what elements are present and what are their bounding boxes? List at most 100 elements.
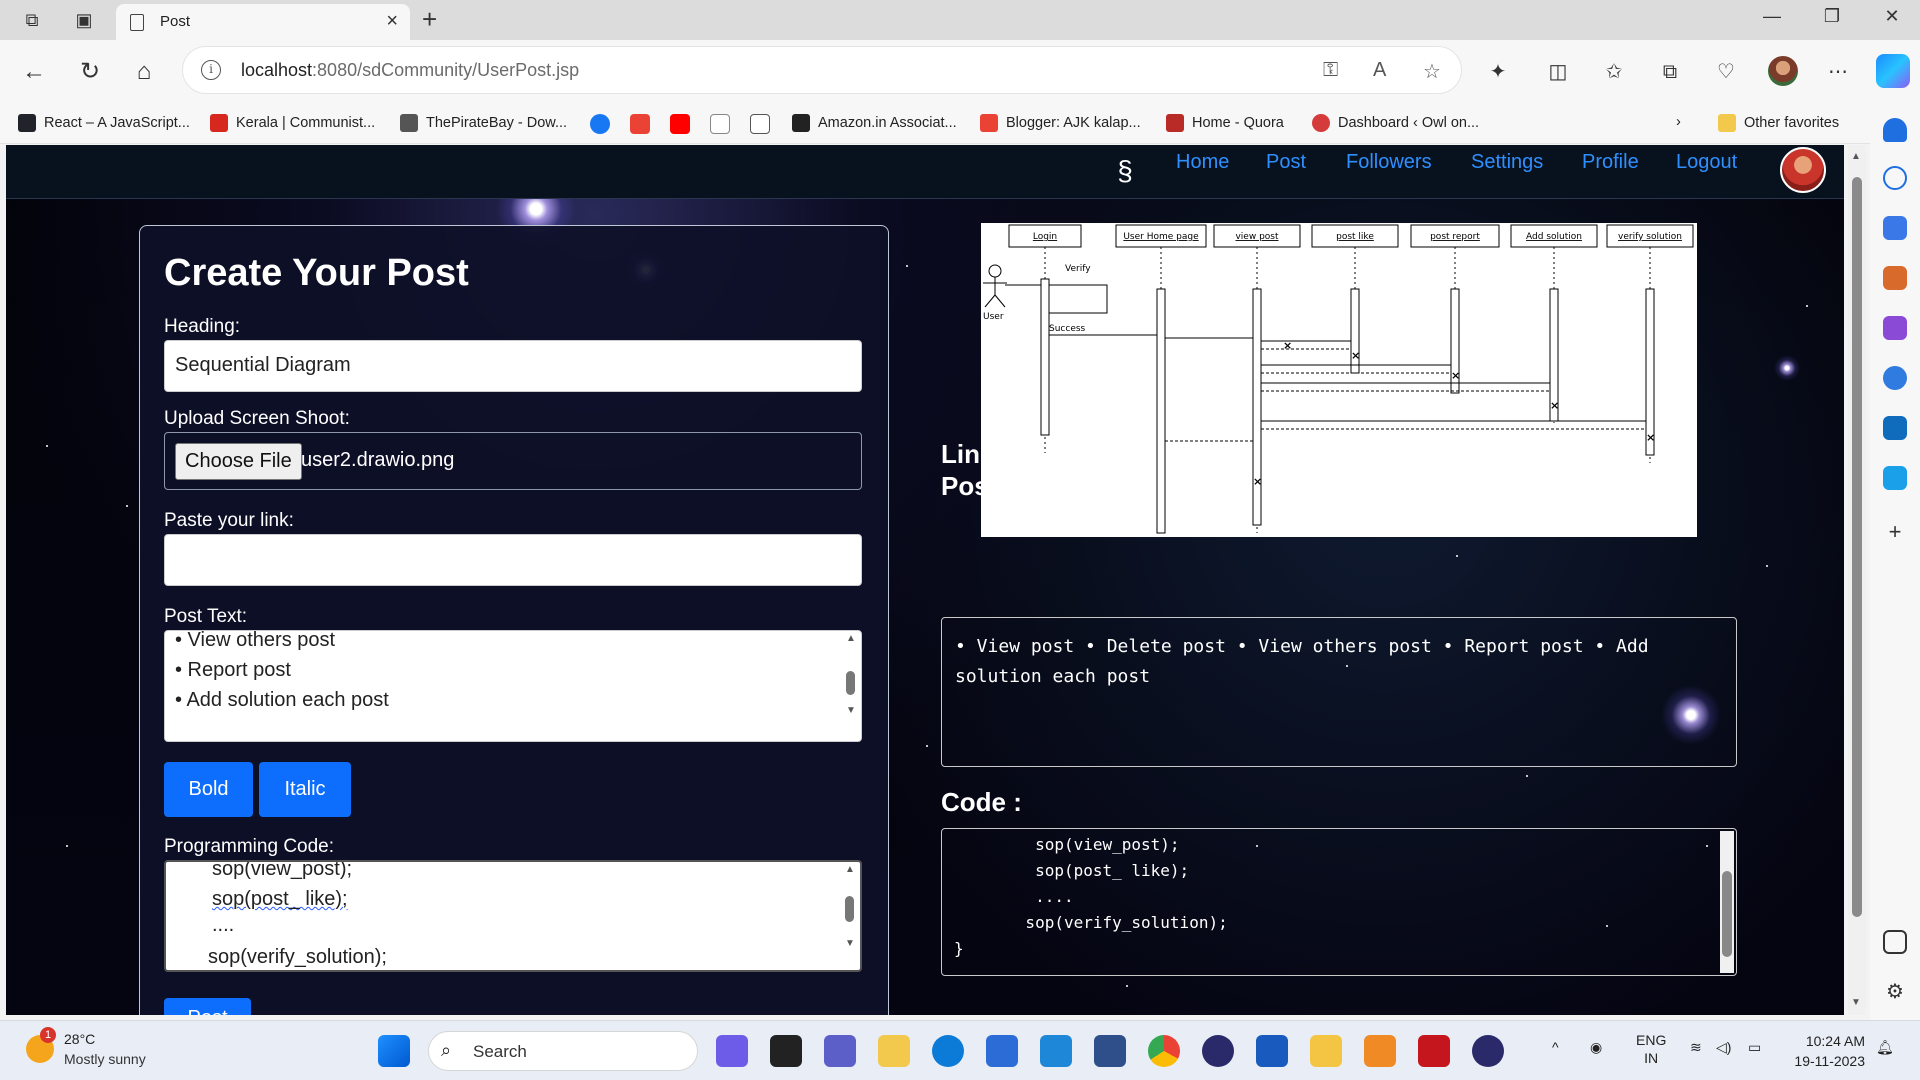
favorite-star-icon[interactable]: ☆	[1423, 59, 1441, 84]
extensions-icon[interactable]: ✦	[1484, 58, 1512, 86]
bold-button[interactable]: Bold	[164, 762, 253, 817]
copilot-preview-icon[interactable]	[716, 1035, 748, 1067]
link-input[interactable]	[164, 534, 862, 586]
bookmark-piratebay[interactable]: ThePirateBay - Dow...	[400, 114, 567, 132]
gmail-icon[interactable]	[630, 114, 650, 134]
other-favorites[interactable]: Other favorites	[1718, 114, 1839, 132]
volume-icon[interactable]: ◁)	[1716, 1039, 1731, 1056]
drop-icon[interactable]	[1883, 466, 1907, 490]
bookmark-react[interactable]: React – A JavaScript...	[18, 114, 190, 132]
battery-icon[interactable]: ▭	[1748, 1039, 1761, 1056]
favorites-icon[interactable]: ✩	[1600, 58, 1628, 86]
read-aloud-icon[interactable]: A	[1373, 59, 1386, 82]
nav-post[interactable]: Post	[1266, 151, 1306, 174]
bookmark-quora[interactable]: Home - Quora	[1166, 114, 1284, 132]
bookmark-blogger[interactable]: Blogger: AJK kalap...	[980, 114, 1141, 132]
site-logo-icon[interactable]: §	[1109, 155, 1141, 187]
notifications-bell-icon[interactable]: 🔔︎	[1876, 1039, 1894, 1056]
nav-followers[interactable]: Followers	[1346, 151, 1432, 174]
bookmarks-overflow-icon[interactable]: ›	[1676, 114, 1681, 130]
refresh-icon[interactable]: ↻	[74, 56, 106, 88]
post-text-scrollbar[interactable]: ▲ ▼	[845, 633, 857, 739]
youtube-icon[interactable]	[670, 114, 690, 134]
tray-overflow-icon[interactable]: ^	[1552, 1039, 1559, 1055]
microsoft365-icon[interactable]	[1883, 366, 1907, 390]
page-icon[interactable]	[750, 114, 770, 134]
italic-button[interactable]: Italic	[259, 762, 351, 817]
page-scrollbar[interactable]: ▲ ▼	[1848, 145, 1866, 1015]
minimize-icon[interactable]: —	[1752, 6, 1792, 27]
choose-file-button[interactable]: Choose File	[175, 443, 302, 480]
code-preview-scrollbar[interactable]	[1720, 831, 1734, 973]
word-icon[interactable]	[1256, 1035, 1288, 1067]
bookmark-amazon[interactable]: Amazon.in Associat...	[792, 114, 957, 132]
wifi-icon[interactable]: ≋	[1690, 1039, 1702, 1056]
facebook-icon[interactable]	[590, 114, 610, 134]
edge-icon[interactable]	[932, 1035, 964, 1067]
bookmark-kerala[interactable]: Kerala | Communist...	[210, 114, 375, 132]
file-upload-field[interactable]: Choose File user2.drawio.png	[164, 432, 862, 490]
more-menu-icon[interactable]: ⋯	[1824, 58, 1852, 86]
profile-avatar[interactable]	[1768, 56, 1798, 86]
eclipse-icon[interactable]	[1202, 1035, 1234, 1067]
start-windows-icon[interactable]	[378, 1035, 410, 1067]
bookmark-owl[interactable]: Dashboard ‹ Owl on...	[1312, 114, 1479, 132]
nav-home[interactable]: Home	[1176, 151, 1229, 174]
tools-icon[interactable]	[1883, 266, 1907, 290]
home-icon[interactable]: ⌂	[128, 56, 160, 88]
sidebar-toggle-icon[interactable]	[1883, 930, 1907, 954]
back-icon[interactable]: ←	[18, 56, 50, 88]
restore-icon[interactable]: ❐	[1812, 6, 1852, 27]
weather-condition: Mostly sunny	[64, 1051, 146, 1067]
browser-essentials-icon[interactable]: ♡	[1712, 58, 1740, 86]
key-icon[interactable]: ⚿	[1323, 59, 1338, 82]
collections-icon[interactable]: ⧉	[1656, 58, 1684, 86]
chrome-icon[interactable]	[1148, 1035, 1180, 1067]
workspaces-icon[interactable]: ⧉	[20, 8, 44, 32]
nav-settings[interactable]: Settings	[1471, 151, 1543, 174]
post-text-line: • View others post	[175, 630, 336, 651]
outlook-icon[interactable]	[1883, 416, 1907, 440]
acrobat-icon[interactable]	[1418, 1035, 1450, 1067]
search-icon[interactable]	[1883, 166, 1907, 190]
language-indicator[interactable]: ENG IN	[1636, 1031, 1666, 1067]
close-tab-icon[interactable]: ×	[386, 10, 398, 33]
url-text[interactable]: localhost:8080/sdCommunity/UserPost.jsp	[241, 60, 579, 81]
wikipedia-icon[interactable]	[710, 114, 730, 134]
post-text-area[interactable]: • View others post • Report post • Add s…	[164, 630, 862, 742]
settings-gear-icon[interactable]: ⚙	[1883, 980, 1907, 1004]
code-text-area[interactable]: sop(view_post); sop(post_ like); .... so…	[164, 860, 862, 972]
eclipse-icon-2[interactable]	[1472, 1035, 1504, 1067]
tab-actions-icon[interactable]: ▣	[72, 8, 96, 32]
user-avatar[interactable]	[1780, 147, 1826, 193]
snipping-tool-icon[interactable]	[1094, 1035, 1126, 1067]
address-bar[interactable]: i localhost:8080/sdCommunity/UserPost.js…	[182, 46, 1462, 94]
clock[interactable]: 10:24 AM 19-11-2023	[1785, 1031, 1865, 1071]
close-window-icon[interactable]: ✕	[1872, 6, 1912, 27]
code-scrollbar[interactable]: ▲ ▼	[844, 864, 856, 968]
split-screen-icon[interactable]: ◫	[1544, 58, 1572, 86]
tab-post[interactable]: Post ×	[116, 4, 410, 40]
task-view-icon[interactable]	[770, 1035, 802, 1067]
new-tab-icon[interactable]: +	[422, 4, 437, 35]
vscode-icon[interactable]	[1040, 1035, 1072, 1067]
post-submit-button[interactable]: Post	[164, 998, 251, 1015]
taskbar-search[interactable]: ⌕ Search	[428, 1031, 698, 1071]
shopping-tag-icon[interactable]	[1883, 216, 1907, 240]
site-info-icon[interactable]: i	[201, 60, 221, 80]
nav-profile[interactable]: Profile	[1582, 151, 1639, 174]
file-explorer-icon[interactable]	[878, 1035, 910, 1067]
temperature: 28°C	[64, 1031, 96, 1047]
heading-input[interactable]: Sequential Diagram	[164, 340, 862, 392]
store-icon[interactable]	[986, 1035, 1018, 1067]
notepad-icon[interactable]	[1310, 1035, 1342, 1067]
network-status-icon[interactable]: ◉	[1590, 1039, 1602, 1056]
nav-logout[interactable]: Logout	[1676, 151, 1737, 174]
add-sidebar-icon[interactable]: +	[1883, 520, 1907, 544]
notification-bell-icon[interactable]	[1883, 118, 1907, 142]
teams-icon[interactable]	[824, 1035, 856, 1067]
svg-text:post like: post like	[1336, 232, 1374, 242]
games-icon[interactable]	[1883, 316, 1907, 340]
copilot-icon[interactable]	[1876, 54, 1910, 88]
app-icon[interactable]	[1364, 1035, 1396, 1067]
